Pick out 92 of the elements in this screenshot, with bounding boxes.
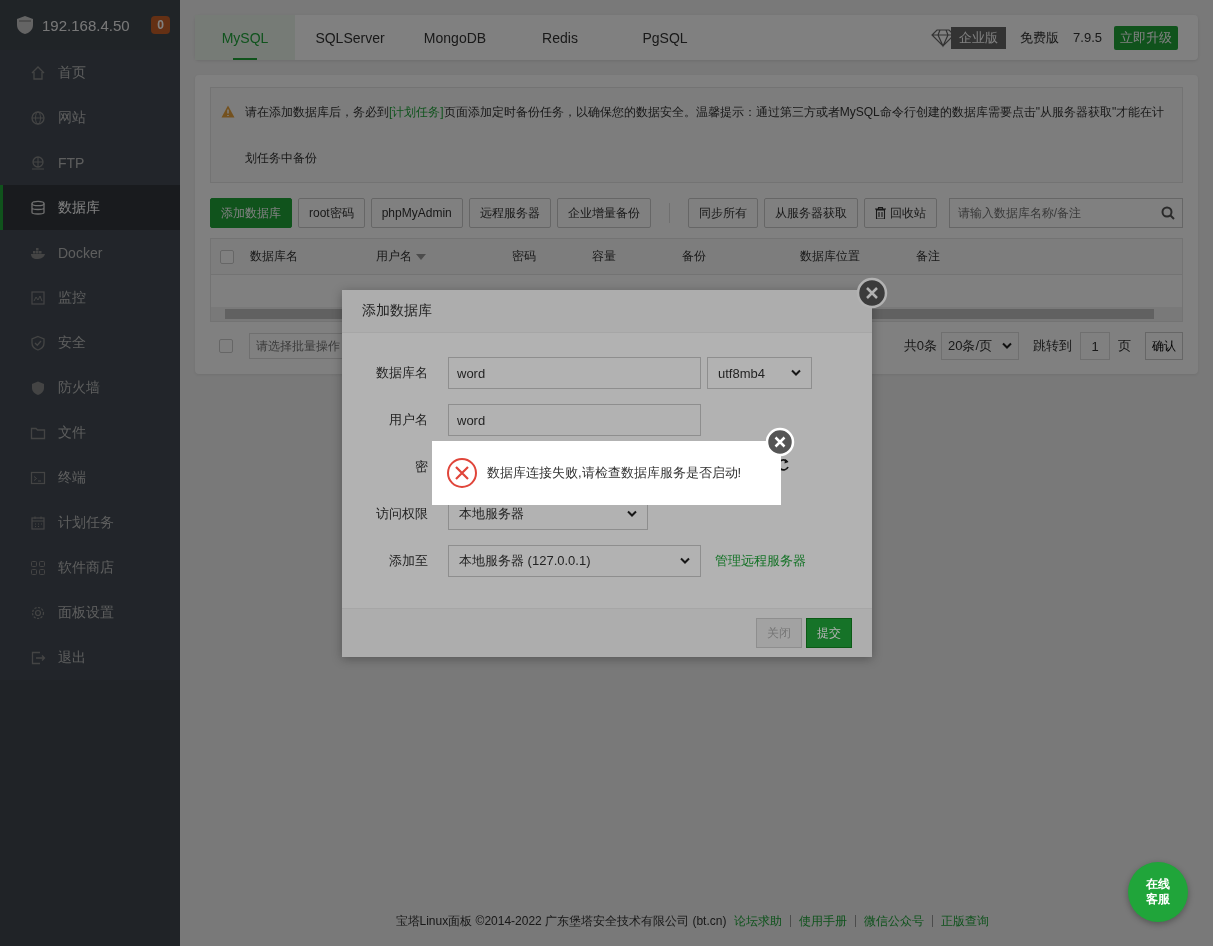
cron-task-link[interactable]: [计划任务]: [389, 105, 444, 119]
page-size-select[interactable]: 20条/页: [940, 332, 1019, 360]
chevron-down-icon: [680, 557, 690, 565]
edition-label: 免费版: [1020, 28, 1060, 47]
confirm-button[interactable]: 确认: [1145, 332, 1183, 360]
database-tab[interactable]: SQLServer: [300, 15, 400, 60]
sidebar-item[interactable]: 终端: [0, 455, 180, 500]
trash-icon: [874, 207, 886, 219]
field-label: 用户名: [388, 411, 429, 429]
column-header[interactable]: 数据库位置: [800, 248, 860, 265]
warning-icon: [221, 105, 235, 118]
column-header[interactable]: 密码: [512, 248, 536, 265]
sidebar-item[interactable]: 计划任务: [0, 500, 180, 545]
upgrade-button[interactable]: 立即升级: [1114, 25, 1178, 50]
column-header[interactable]: 备注: [916, 248, 940, 265]
page-unit: 页: [1118, 337, 1131, 355]
checkbox[interactable]: [220, 249, 234, 264]
sidebar-item[interactable]: 防火墙: [0, 365, 180, 410]
jump-label: 跳转到: [1033, 337, 1072, 355]
column-header[interactable]: 数据库名: [250, 248, 298, 265]
server-address: 192.168.4.50: [42, 16, 131, 34]
database-tab[interactable]: PgSQL: [615, 15, 715, 60]
sidebar-item[interactable]: 数据库: [0, 185, 180, 230]
search-field[interactable]: 请输入数据库名称/备注: [948, 198, 1183, 228]
page-input[interactable]: 1: [1080, 332, 1110, 360]
toolbar-button[interactable]: phpMyAdmin: [370, 198, 463, 228]
toolbar-button[interactable]: 从服务器获取: [763, 198, 858, 228]
column-header[interactable]: 用户名: [376, 248, 412, 265]
sort-caret-icon: [416, 253, 426, 260]
enterprise-label: 企业版: [951, 26, 1007, 49]
manage-servers-link[interactable]: 管理远程服务器: [715, 552, 806, 570]
error-icon: [446, 457, 478, 489]
dialog-title: 添加数据库: [342, 290, 872, 333]
toolbar-button[interactable]: 同步所有: [687, 198, 758, 228]
input-field[interactable]: word: [448, 404, 701, 436]
input-field[interactable]: word: [448, 357, 701, 389]
version-label: 7.9.5: [1073, 30, 1102, 45]
terminal-icon: [30, 469, 46, 486]
charset-select[interactable]: utf8mb4: [707, 357, 812, 389]
checkbox[interactable]: [219, 339, 233, 353]
chat-button[interactable]: 在线客服: [1128, 862, 1188, 922]
chart-icon: [30, 289, 46, 306]
column-header[interactable]: 容量: [592, 248, 616, 265]
field-label: 添加至: [388, 552, 429, 570]
sidebar-item[interactable]: 监控: [0, 275, 180, 320]
globe-icon: [30, 154, 46, 171]
sidebar-item[interactable]: 首页: [0, 50, 180, 95]
toolbar-button[interactable]: 回收站: [863, 198, 937, 228]
column-header[interactable]: 备份: [682, 248, 706, 265]
sidebar-item[interactable]: 退出: [0, 635, 180, 680]
chevron-down-icon: [1002, 342, 1012, 350]
sidebar-item[interactable]: Docker: [0, 230, 180, 275]
toolbar-button[interactable]: 远程服务器: [468, 198, 551, 228]
sidebar-item[interactable]: 软件商店: [0, 545, 180, 590]
database-tab[interactable]: MongoDB: [405, 15, 505, 60]
toolbar-button[interactable]: 企业增量备份: [556, 198, 651, 228]
footer-link[interactable]: 正版查询: [932, 915, 998, 927]
total-count: 共0条: [903, 337, 937, 355]
field-label: 密: [414, 458, 429, 476]
field-label: 访问权限: [375, 505, 429, 523]
error-message: 数据库连接失败,请检查数据库服务是否启动!: [487, 464, 742, 482]
database-icon: [30, 199, 46, 216]
sidebar-item[interactable]: 文件: [0, 410, 180, 455]
footer-link[interactable]: 论坛求助: [726, 915, 791, 927]
copyright-text: 宝塔Linux面板 ©2014-2022 广东堡塔安全技术有限公司 (bt.cn): [395, 912, 727, 930]
grid-icon: [30, 559, 46, 576]
shield-icon: [30, 334, 46, 351]
footer-link[interactable]: 使用手册: [790, 915, 856, 927]
shield-logo-icon: [16, 15, 34, 35]
footer-link[interactable]: 微信公众号: [855, 915, 933, 927]
toolbar-button[interactable]: root密码: [298, 198, 365, 228]
logout-icon: [30, 649, 46, 666]
close-icon[interactable]: [765, 427, 795, 457]
calendar-icon: [30, 514, 46, 531]
sidebar-item[interactable]: 安全: [0, 320, 180, 365]
database-tab[interactable]: Redis: [510, 15, 610, 60]
select-field[interactable]: 本地服务器 (127.0.0.1): [448, 545, 701, 577]
gear-icon: [30, 604, 46, 621]
submit-button[interactable]: 提交: [806, 618, 852, 648]
sidebar-item[interactable]: 面板设置: [0, 590, 180, 635]
shield-icon: [30, 379, 46, 396]
chevron-down-icon: [627, 510, 637, 518]
notification-badge[interactable]: 0: [151, 16, 170, 34]
globe-icon: [30, 109, 46, 126]
sidebar-item[interactable]: 网站: [0, 95, 180, 140]
home-icon: [30, 64, 46, 81]
search-icon: [1161, 206, 1175, 220]
chevron-down-icon: [791, 369, 801, 377]
close-icon[interactable]: [856, 277, 888, 309]
add-database-button[interactable]: 添加数据库: [210, 198, 292, 228]
field-label: 数据库名: [375, 364, 429, 382]
sidebar-item[interactable]: FTP: [0, 140, 180, 185]
